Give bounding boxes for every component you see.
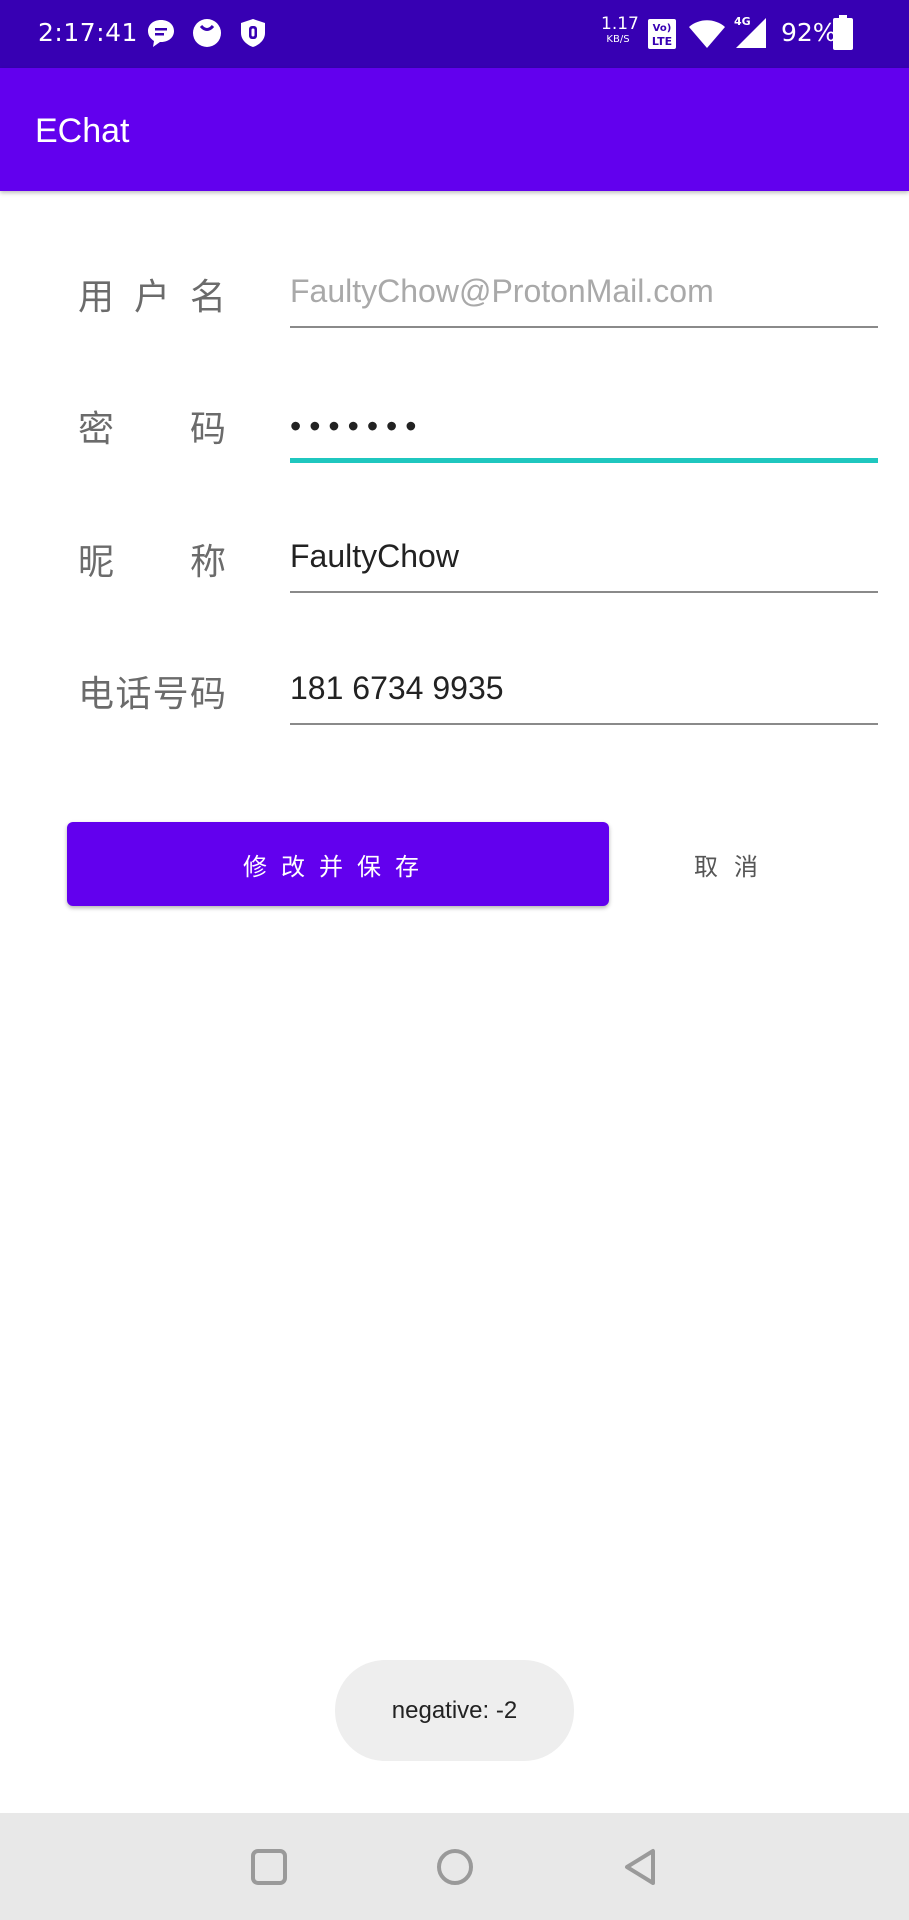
network-speed-unit: KB/S: [606, 34, 630, 45]
battery-percentage: 92%: [781, 18, 837, 47]
network-type-label: 4G: [734, 15, 751, 28]
back-triangle-icon[interactable]: [617, 1843, 665, 1891]
volte-icon: Vo) LTE: [648, 19, 676, 49]
cancel-button[interactable]: 取消: [640, 822, 812, 906]
home-circle-icon[interactable]: [431, 1843, 479, 1891]
status-time: 2:17:41: [38, 18, 138, 47]
nickname-label: 昵称: [78, 542, 226, 583]
phone-value[interactable]: 181 6734 9935: [290, 670, 504, 707]
network-speed: 1.17 KB/S: [601, 14, 639, 45]
status-bar: 2:17:41 1.17 KB/S Vo) LTE 4G 92%: [0, 0, 909, 68]
wifi-icon: [689, 20, 725, 48]
password-field[interactable]: •••••••: [290, 380, 878, 463]
network-speed-value: 1.17: [601, 14, 639, 34]
phone-underline: [290, 723, 878, 725]
username-field[interactable]: FaultyChow@ProtonMail.com: [290, 248, 878, 328]
save-button[interactable]: 修改并保存: [67, 822, 609, 906]
message-icon: [148, 20, 174, 47]
username-placeholder[interactable]: FaultyChow@ProtonMail.com: [290, 273, 714, 310]
smiley-icon: [193, 19, 221, 47]
phone-field[interactable]: 181 6734 9935: [290, 644, 878, 725]
phone-label: 电话号码: [78, 674, 226, 715]
navigation-bar: [0, 1813, 909, 1920]
nickname-value[interactable]: FaultyChow: [290, 538, 459, 575]
username-underline: [290, 326, 878, 328]
app-title: EChat: [35, 112, 130, 150]
nickname-field[interactable]: FaultyChow: [290, 512, 878, 593]
shield-icon: [241, 19, 265, 47]
cellular-signal-icon: 4G: [734, 15, 766, 48]
nickname-underline: [290, 591, 878, 593]
battery-icon: [833, 15, 853, 50]
username-label: 用户名: [78, 277, 226, 318]
recents-square-icon[interactable]: [245, 1843, 293, 1891]
svg-text:Vo): Vo): [653, 23, 672, 34]
toast-text: negative: -2: [391, 1696, 518, 1724]
password-label: 密码: [78, 409, 226, 450]
toast-message: negative: -2: [335, 1660, 574, 1761]
svg-text:LTE: LTE: [652, 35, 672, 48]
password-value[interactable]: •••••••: [290, 408, 424, 445]
password-underline: [290, 458, 878, 463]
app-bar: EChat: [0, 68, 909, 191]
